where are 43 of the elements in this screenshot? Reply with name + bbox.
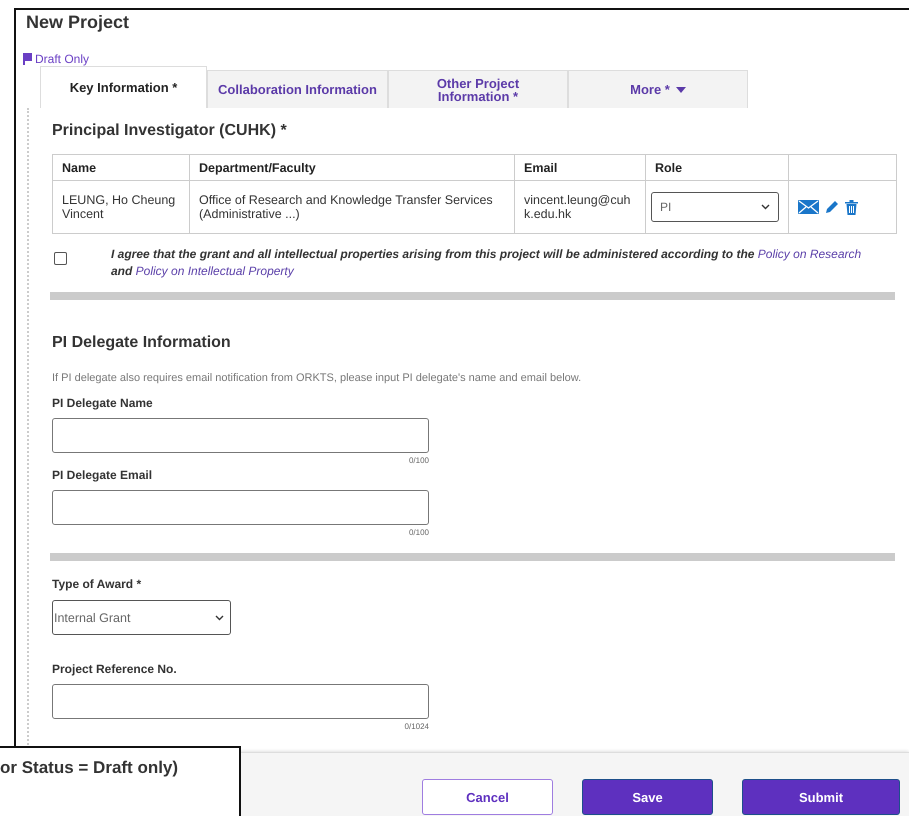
- mail-icon[interactable]: [798, 200, 819, 214]
- character-counter: 0/100: [408, 528, 429, 537]
- column-header: Role: [646, 154, 788, 180]
- input-field[interactable]: [52, 418, 429, 453]
- column-header: Department/Faculty: [190, 154, 514, 180]
- field-label: PI Delegate Email: [52, 468, 154, 482]
- page-title: New Project: [26, 12, 130, 34]
- field-label: PI Delegate Name: [52, 396, 154, 410]
- input-field[interactable]: [52, 490, 429, 525]
- award-select[interactable]: Internal Grant: [52, 600, 231, 635]
- footer-button[interactable]: Cancel: [422, 779, 553, 815]
- footer-button[interactable]: Submit: [742, 779, 900, 815]
- draft-label: Draft Only: [35, 52, 90, 66]
- character-counter: 0/100: [408, 456, 429, 465]
- column-header: Name: [52, 154, 190, 180]
- policy-link[interactable]: Policy on Intellectual Property: [136, 264, 294, 278]
- pencil-icon[interactable]: [825, 200, 839, 214]
- tab[interactable]: Other Project Information *: [388, 70, 568, 108]
- agreement-checkbox[interactable]: [54, 252, 67, 265]
- chevron-icon: [215, 614, 224, 620]
- flag-icon: [23, 53, 32, 65]
- policy-link[interactable]: Policy on Research: [758, 247, 862, 261]
- tab[interactable]: More *: [568, 70, 748, 108]
- table-cell: LEUNG, Ho Cheung Vincent: [52, 180, 190, 234]
- callout-text: or Status = Draft only): [0, 758, 180, 778]
- tab[interactable]: Key Information *: [40, 66, 207, 108]
- table-cell: vincent.leung@cuhk.edu.hk: [514, 180, 646, 234]
- trash-icon[interactable]: [845, 200, 858, 215]
- input-field[interactable]: [52, 684, 429, 719]
- agreement-text: I agree that the grant and all intellectual properties arising from this project will be administered according to the Policy on Research and Policy on Intellectual Property: [111, 246, 862, 280]
- footer-button[interactable]: Save: [582, 779, 713, 815]
- section-heading: PI Delegate Information: [52, 334, 231, 352]
- table-cell: Office of Research and Knowledge Transfer Services (Administrative ...): [190, 180, 514, 234]
- field-label: Type of Award *: [52, 577, 142, 591]
- field-label: Project Reference No.: [52, 662, 178, 676]
- column-header: Email: [514, 154, 646, 180]
- chevron-icon: [761, 204, 770, 210]
- tab[interactable]: Collaboration Information: [207, 70, 388, 108]
- hint-text: If PI delegate also requires email notification from ORKTS, please input PI delegate's name and email below.: [52, 372, 582, 384]
- character-counter: 0/1024: [404, 722, 429, 731]
- role-select[interactable]: PI: [651, 192, 779, 222]
- section-heading: Principal Investigator (CUHK) *: [52, 122, 287, 140]
- caret-icon: [676, 86, 686, 92]
